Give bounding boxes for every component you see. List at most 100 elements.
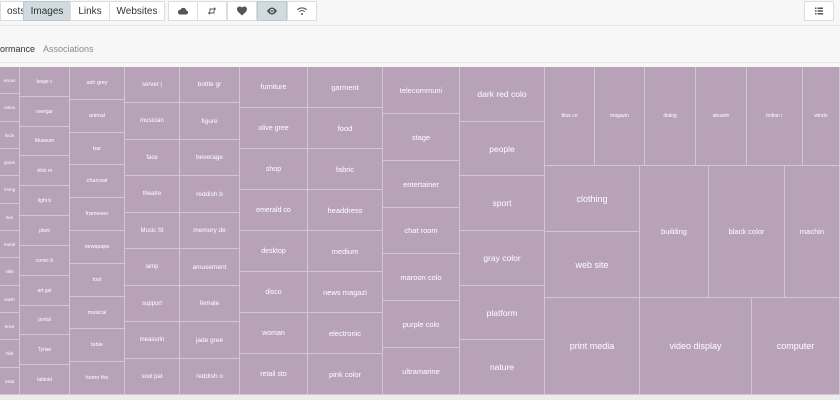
treemap-tile[interactable]: soul pat — [125, 359, 180, 395]
treemap-tile[interactable]: bottle gr — [180, 67, 240, 103]
treemap-tile[interactable]: aboarin — [696, 67, 747, 166]
treemap-tile[interactable]: blue co — [545, 67, 595, 166]
tab-websites[interactable]: Websites — [109, 1, 165, 21]
treemap-tile[interactable]: ultramarine — [383, 348, 460, 395]
treemap-tile[interactable]: musician — [125, 103, 180, 140]
treemap-tile[interactable]: ostat — [0, 368, 20, 395]
treemap-tile[interactable]: Indian r — [747, 67, 803, 166]
treemap-tile[interactable]: lamp — [125, 249, 180, 286]
list-view-button[interactable] — [804, 1, 834, 21]
treemap-tile[interactable]: light b — [20, 186, 70, 216]
treemap-tile[interactable]: ence — [0, 313, 20, 340]
treemap-tile[interactable]: Museum — [20, 127, 70, 156]
treemap-tile[interactable]: retail sto — [240, 354, 308, 395]
treemap-tile[interactable]: figure — [180, 103, 240, 140]
treemap-tile[interactable]: dialog — [645, 67, 696, 166]
treemap-tile[interactable]: electronic — [308, 313, 383, 354]
treemap-tile[interactable]: dark red colo — [460, 67, 545, 122]
treemap-tile[interactable]: musical — [70, 297, 125, 329]
treemap-tile[interactable]: Tyrian — [20, 335, 70, 365]
treemap-tile[interactable]: purple colo — [383, 301, 460, 348]
treemap-tile[interactable]: table — [70, 329, 125, 362]
treemap-tile[interactable]: telecommuni — [383, 67, 460, 114]
treemap-tile[interactable]: reddish b — [180, 176, 240, 213]
treemap-tile[interactable]: ash grey — [70, 67, 125, 100]
treemap-tile[interactable]: windo — [803, 67, 840, 166]
treemap-tile[interactable]: entertainer — [383, 161, 460, 208]
treemap-tile[interactable]: black color — [709, 166, 785, 298]
treemap-tile[interactable]: Music St — [125, 213, 180, 249]
treemap-tile[interactable]: news magazi — [308, 272, 383, 313]
treemap-tile[interactable]: tool — [70, 264, 125, 297]
treemap-tile[interactable]: portal — [20, 306, 70, 335]
treemap-tile[interactable]: beige c — [20, 67, 70, 97]
treemap-tile[interactable]: art gal — [20, 276, 70, 306]
treemap-tile[interactable]: grass — [0, 149, 20, 176]
treemap-tile[interactable]: female — [180, 286, 240, 322]
tab-posts[interactable]: osts — [0, 1, 24, 21]
treemap-tile[interactable]: machin — [785, 166, 840, 298]
cloud-button[interactable] — [168, 1, 198, 21]
treemap-tile[interactable]: slick m — [20, 156, 70, 186]
treemap-tile[interactable]: reddish o — [180, 359, 240, 395]
treemap-tile[interactable]: comic b — [20, 246, 70, 276]
treemap-tile[interactable]: shop — [240, 149, 308, 190]
treemap-tile[interactable]: building — [640, 166, 709, 298]
treemap-tile[interactable]: framewor — [70, 198, 125, 231]
treemap-tile[interactable]: newspape — [70, 231, 125, 264]
treemap-tile[interactable]: memory de — [180, 213, 240, 249]
treemap-tile[interactable]: rming — [0, 176, 20, 204]
treemap-tile[interactable]: ences — [0, 67, 20, 94]
treemap-tile[interactable]: server | — [125, 67, 180, 103]
wifi-button[interactable] — [287, 1, 317, 21]
treemap-tile[interactable]: magazin — [595, 67, 645, 166]
treemap-tile[interactable]: web site — [545, 232, 640, 298]
treemap-tile[interactable]: nature — [460, 340, 545, 395]
treemap-tile[interactable]: desktop — [240, 231, 308, 272]
subtab-associations[interactable]: Associations — [43, 44, 94, 54]
treemap-tile[interactable]: hes — [0, 204, 20, 231]
tab-links[interactable]: Links — [70, 1, 110, 21]
treemap-tile[interactable]: medium — [308, 231, 383, 272]
treemap-tile[interactable]: measurin — [125, 322, 180, 359]
treemap-tile[interactable]: garment — [308, 67, 383, 108]
treemap-tile[interactable]: hild — [0, 340, 20, 368]
treemap-tile[interactable]: olive gree — [240, 108, 308, 149]
treemap-tile[interactable]: overgar — [20, 97, 70, 127]
treemap-tile[interactable]: woman — [240, 313, 308, 354]
treemap-tile[interactable]: stage — [383, 114, 460, 161]
treemap-tile[interactable]: face — [125, 140, 180, 176]
treemap-tile[interactable]: food — [308, 108, 383, 149]
treemap-tile[interactable]: hicle — [0, 122, 20, 149]
treemap-tile[interactable]: print media — [545, 298, 640, 395]
treemap-tile[interactable]: bar — [70, 133, 125, 165]
treemap-tile[interactable]: jade gree — [180, 322, 240, 359]
treemap-tile[interactable]: people — [460, 122, 545, 176]
treemap-tile[interactable]: chat room — [383, 208, 460, 254]
treemap-tile[interactable]: computer — [752, 298, 840, 395]
treemap-tile[interactable]: fabric — [308, 149, 383, 190]
treemap-tile[interactable]: plant — [20, 216, 70, 246]
tab-images[interactable]: Images — [23, 1, 71, 21]
treemap-tile[interactable]: platform — [460, 286, 545, 340]
treemap-tile[interactable]: wash — [0, 286, 20, 313]
treemap-tile[interactable]: maroon colo — [383, 254, 460, 301]
treemap-tile[interactable]: clothing — [545, 166, 640, 232]
treemap-tile[interactable]: disco — [240, 272, 308, 313]
treemap-tile[interactable]: theatre — [125, 176, 180, 213]
treemap-tile[interactable]: support — [125, 286, 180, 322]
treemap-tile[interactable]: ration — [0, 94, 20, 122]
treemap-tile[interactable]: nkle — [0, 258, 20, 286]
treemap-tile[interactable]: furniture — [240, 67, 308, 108]
retweet-button[interactable] — [197, 1, 227, 21]
treemap-tile[interactable]: home the — [70, 362, 125, 395]
treemap-tile[interactable]: meral — [0, 231, 20, 258]
treemap-tile[interactable]: tabloid — [20, 365, 70, 395]
treemap-tile[interactable]: headdress — [308, 190, 383, 231]
treemap-tile[interactable]: animal — [70, 100, 125, 133]
treemap-tile[interactable]: gray color — [460, 231, 545, 286]
eye-button[interactable] — [257, 1, 287, 21]
treemap-tile[interactable]: emerald co — [240, 190, 308, 231]
treemap-tile[interactable]: pink color — [308, 354, 383, 395]
treemap-tile[interactable]: sport — [460, 176, 545, 231]
